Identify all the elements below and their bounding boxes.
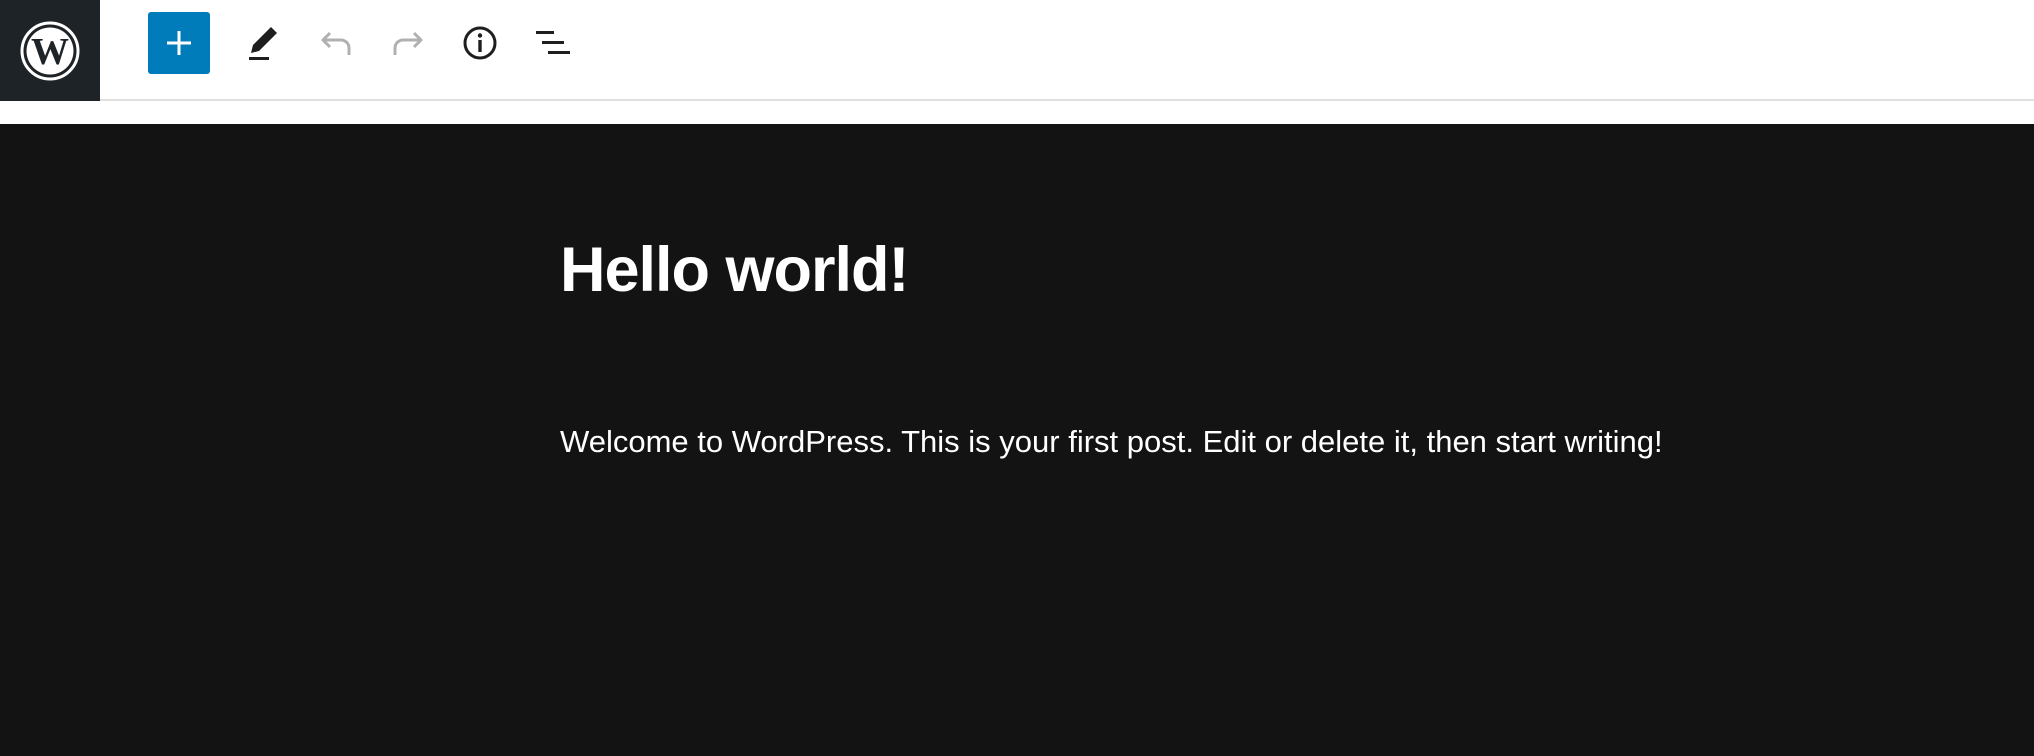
undo-button[interactable] [305,12,367,74]
document-overview-button[interactable] [522,12,584,74]
wordpress-logo-icon: W [19,20,81,82]
canvas-top-spacer [0,101,2034,124]
svg-text:W: W [31,31,69,73]
details-button[interactable] [449,12,511,74]
info-icon [462,25,498,61]
wordpress-logo-button[interactable]: W [0,0,100,101]
block-editor: W Hello world! Welcome to WordPress. Thi… [0,0,2034,756]
pencil-icon [245,23,281,63]
add-block-button[interactable] [148,12,210,74]
redo-button[interactable] [377,12,439,74]
paragraph-block[interactable]: Welcome to WordPress. This is your first… [560,424,1663,460]
editor-header-toolbar: W [0,0,2034,101]
redo-icon [391,29,425,57]
tools-button[interactable] [232,12,294,74]
plus-icon [164,28,194,58]
undo-icon [319,29,353,57]
list-view-icon [534,27,572,59]
post-title[interactable]: Hello world! [560,234,909,306]
editor-canvas[interactable]: Hello world! Welcome to WordPress. This … [0,124,2034,756]
